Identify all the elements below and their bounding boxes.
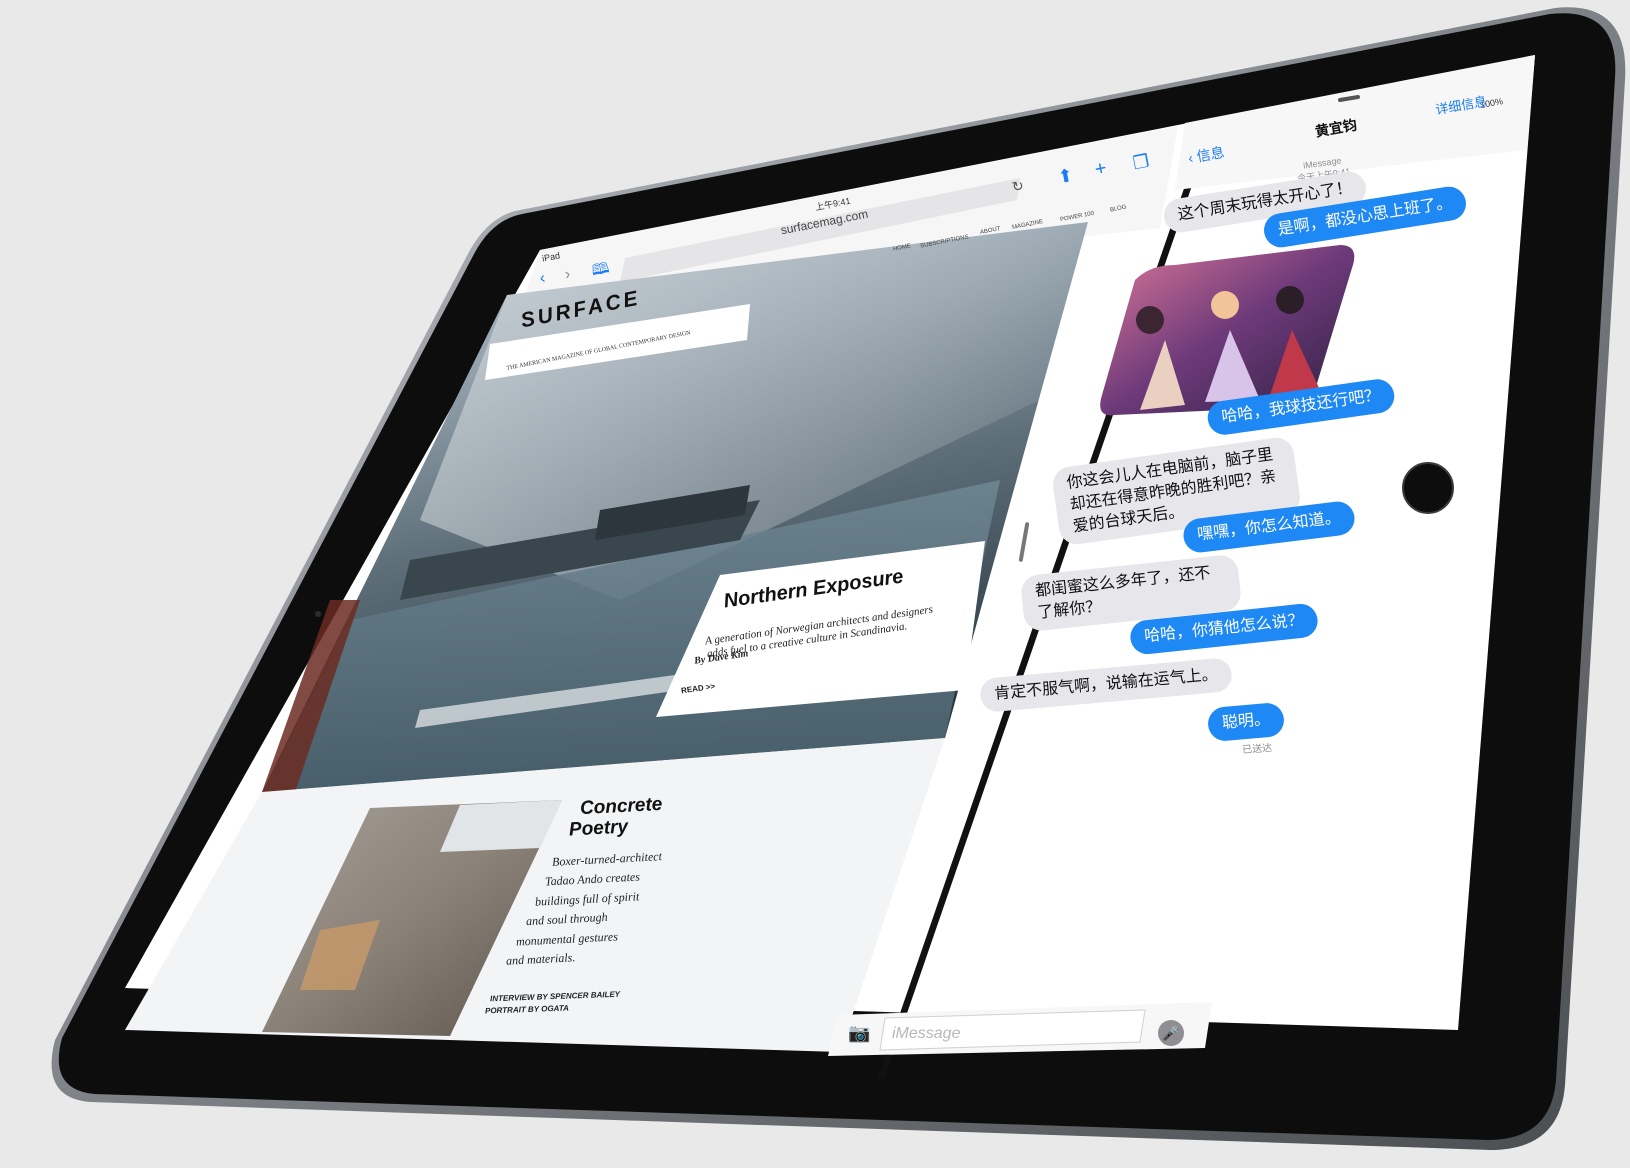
microphone-icon[interactable]: 🎤 xyxy=(1158,1020,1184,1046)
imessage-input[interactable]: iMessage xyxy=(892,1025,960,1043)
ipad-device: ‹ › 🕮 iPad 上午9:41 surfacemag.com ↻ ⬆ + ❐… xyxy=(0,0,1630,1168)
back-label: 信息 xyxy=(1195,143,1226,165)
camera-icon[interactable]: 📷 xyxy=(848,1023,870,1044)
delivered-label: 已送达 xyxy=(1241,742,1273,757)
messages-bg xyxy=(828,55,1535,1056)
